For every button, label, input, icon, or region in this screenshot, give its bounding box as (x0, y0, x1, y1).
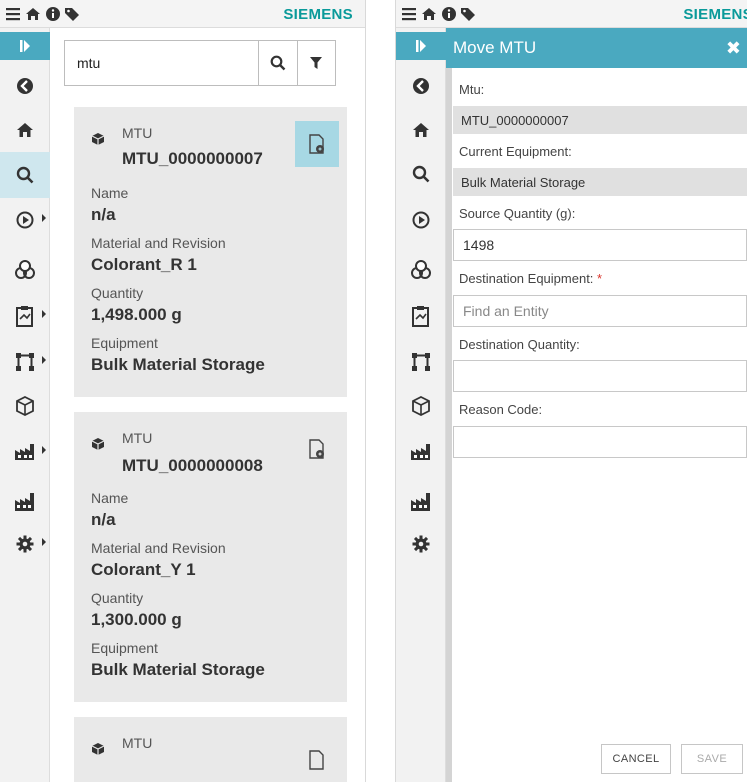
move-mtu-header: Move MTU ✖ (446, 28, 747, 68)
search-field (64, 40, 336, 86)
gear-icon[interactable] (396, 524, 446, 564)
destination-equipment-label: Destination Equipment: * (459, 271, 603, 286)
back-icon[interactable] (0, 66, 50, 106)
mtu-type-label: MTU (122, 735, 153, 751)
material-value: Colorant_R 1 (91, 255, 197, 274)
select-mtu-button[interactable] (295, 121, 339, 167)
gear-icon[interactable] (0, 524, 50, 564)
home-icon[interactable] (0, 110, 50, 150)
siemens-logo: SIEMENS (683, 6, 747, 23)
routing-icon[interactable] (0, 342, 50, 382)
play-icon[interactable] (396, 200, 446, 240)
current-equipment-label: Current Equipment: (459, 144, 572, 159)
top-bar: SIEMENS (0, 0, 365, 28)
clipboard-icon[interactable] (396, 296, 446, 336)
home-icon[interactable] (420, 5, 438, 23)
name-label: Name (91, 490, 129, 506)
navigation-rail (0, 28, 50, 782)
mtu-value: MTU_0000000007 (453, 106, 747, 134)
reason-code-label: Reason Code: (459, 402, 543, 417)
document-action-icon (309, 439, 324, 459)
search-icon (270, 55, 286, 71)
required-mark: * (597, 271, 603, 286)
quantity-label: Quantity (91, 590, 144, 606)
box-icon[interactable] (396, 386, 446, 426)
top-bar: SIEMENS (396, 0, 747, 28)
name-value: n/a (91, 510, 116, 529)
filter-button[interactable] (296, 41, 335, 85)
expand-icon[interactable] (396, 32, 446, 60)
menu-icon[interactable] (400, 5, 418, 23)
play-icon[interactable] (0, 200, 50, 240)
back-icon[interactable] (396, 66, 446, 106)
document-action-icon (309, 750, 324, 770)
destination-equipment-input[interactable]: Find an Entity (453, 295, 747, 327)
cube-icon (91, 437, 105, 451)
search-screen: SIEMENS mtu MTU MTU_0000000007 Name n/a … (0, 0, 366, 782)
search-input[interactable] (65, 41, 258, 85)
mtu-label: Mtu: (459, 82, 485, 97)
material-label: Material and Revision (91, 540, 226, 556)
home-icon[interactable] (396, 110, 446, 150)
mtu-type-label: MTU (122, 125, 153, 141)
equipment-value: Bulk Material Storage (91, 660, 265, 679)
equipment-label: Equipment (91, 640, 158, 656)
source-quantity-input[interactable]: 1498 (453, 229, 747, 261)
select-mtu-button[interactable] (295, 737, 339, 782)
factory-icon[interactable] (396, 432, 446, 472)
reason-code-input[interactable] (453, 426, 747, 458)
equipment-value: Bulk Material Storage (91, 355, 265, 374)
clipboard-icon[interactable] (0, 296, 50, 336)
plant-icon[interactable] (0, 482, 50, 522)
quantity-label: Quantity (91, 285, 144, 301)
filter-icon (310, 57, 323, 69)
menu-icon[interactable] (4, 5, 22, 23)
close-icon[interactable]: ✖ (726, 38, 741, 59)
mtu-id: MTU_0000000008 (122, 456, 263, 475)
result-card[interactable]: MTU MTU_0000000007 Name n/a Material and… (74, 107, 347, 397)
result-card[interactable]: MTU MTU_0000000008 Name n/a Material and… (74, 412, 347, 702)
cube-icon (91, 742, 105, 756)
factory-icon[interactable] (0, 432, 50, 472)
home-icon[interactable] (24, 5, 42, 23)
info-icon[interactable] (44, 5, 62, 23)
material-value: Colorant_Y 1 (91, 560, 196, 579)
material-label: Material and Revision (91, 235, 226, 251)
panel-title: Move MTU (453, 38, 537, 57)
cancel-button[interactable]: CANCEL (601, 744, 671, 774)
materials-icon[interactable] (0, 250, 50, 290)
source-quantity-label: Source Quantity (g): (459, 206, 576, 221)
result-card[interactable]: MTU (74, 717, 347, 782)
quantity-value: 1,300.000 g (91, 610, 182, 629)
plant-icon[interactable] (396, 482, 446, 522)
move-mtu-form: Mtu: MTU_0000000007 Current Equipment: B… (446, 68, 747, 782)
search-button[interactable] (258, 41, 297, 85)
current-equipment-value: Bulk Material Storage (453, 168, 747, 196)
search-icon[interactable] (0, 152, 50, 198)
destination-quantity-input[interactable] (453, 360, 747, 392)
box-icon[interactable] (0, 386, 50, 426)
materials-icon[interactable] (396, 250, 446, 290)
search-icon[interactable] (396, 154, 446, 194)
siemens-logo: SIEMENS (283, 6, 353, 23)
document-action-icon (309, 134, 324, 154)
equipment-label: Equipment (91, 335, 158, 351)
tags-icon[interactable] (460, 5, 478, 23)
routing-icon[interactable] (396, 342, 446, 382)
mtu-id: MTU_0000000007 (122, 149, 263, 168)
info-icon[interactable] (440, 5, 458, 23)
move-mtu-screen: SIEMENS Move MTU ✖ Mtu: MTU_0000000007 C… (395, 0, 747, 782)
cube-icon (91, 132, 105, 146)
tags-icon[interactable] (64, 5, 82, 23)
expand-icon[interactable] (0, 32, 50, 60)
name-label: Name (91, 185, 129, 201)
select-mtu-button[interactable] (295, 426, 339, 472)
mtu-type-label: MTU (122, 430, 153, 446)
name-value: n/a (91, 205, 116, 224)
destination-quantity-label: Destination Quantity: (459, 337, 580, 352)
navigation-rail (396, 28, 446, 782)
search-bar (50, 28, 365, 98)
quantity-value: 1,498.000 g (91, 305, 182, 324)
save-button[interactable]: SAVE (681, 744, 743, 774)
